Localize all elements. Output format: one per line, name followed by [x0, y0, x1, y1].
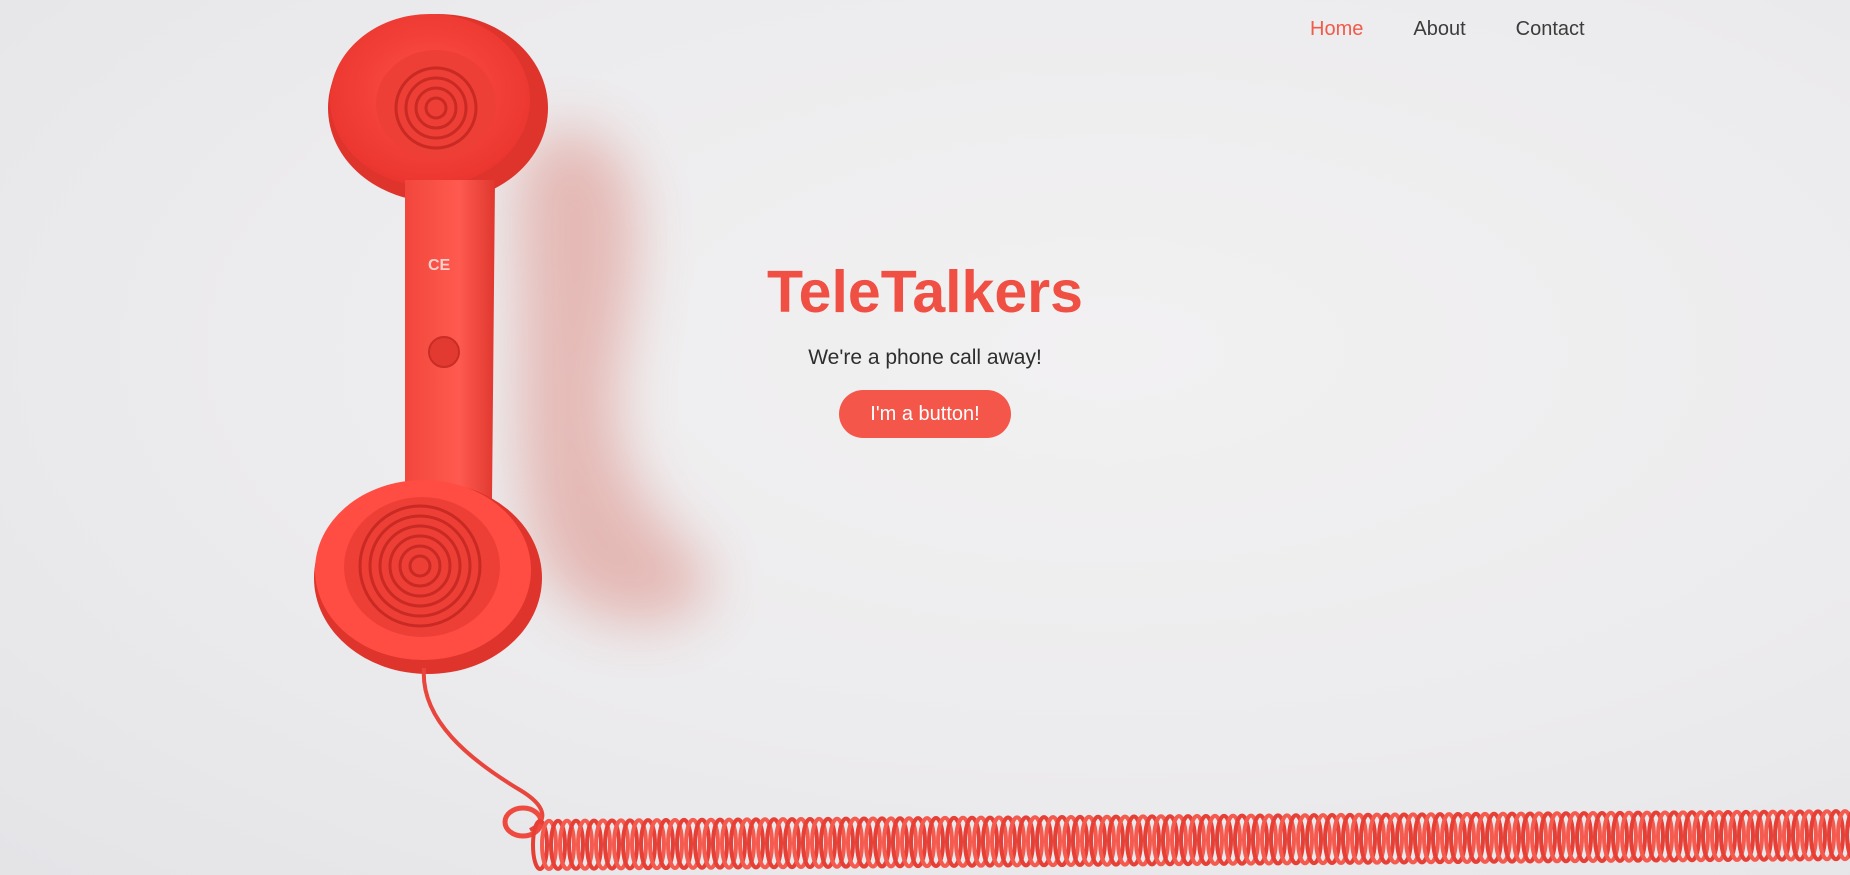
- handset-bottom-cup: [314, 480, 542, 674]
- main-nav: Home About Contact: [1310, 18, 1585, 41]
- hero-cta-button[interactable]: I'm a button!: [839, 390, 1011, 438]
- nav-contact-link[interactable]: Contact: [1516, 18, 1585, 41]
- hero-title: TeleTalkers: [767, 259, 1083, 325]
- hero-subtitle: We're a phone call away!: [808, 346, 1042, 369]
- nav-about-link[interactable]: About: [1413, 18, 1465, 41]
- svg-text:CE: CE: [428, 257, 451, 274]
- coiled-cord: [502, 805, 1850, 871]
- handset-top-cup: [328, 14, 548, 202]
- nav-home-link[interactable]: Home: [1310, 18, 1363, 41]
